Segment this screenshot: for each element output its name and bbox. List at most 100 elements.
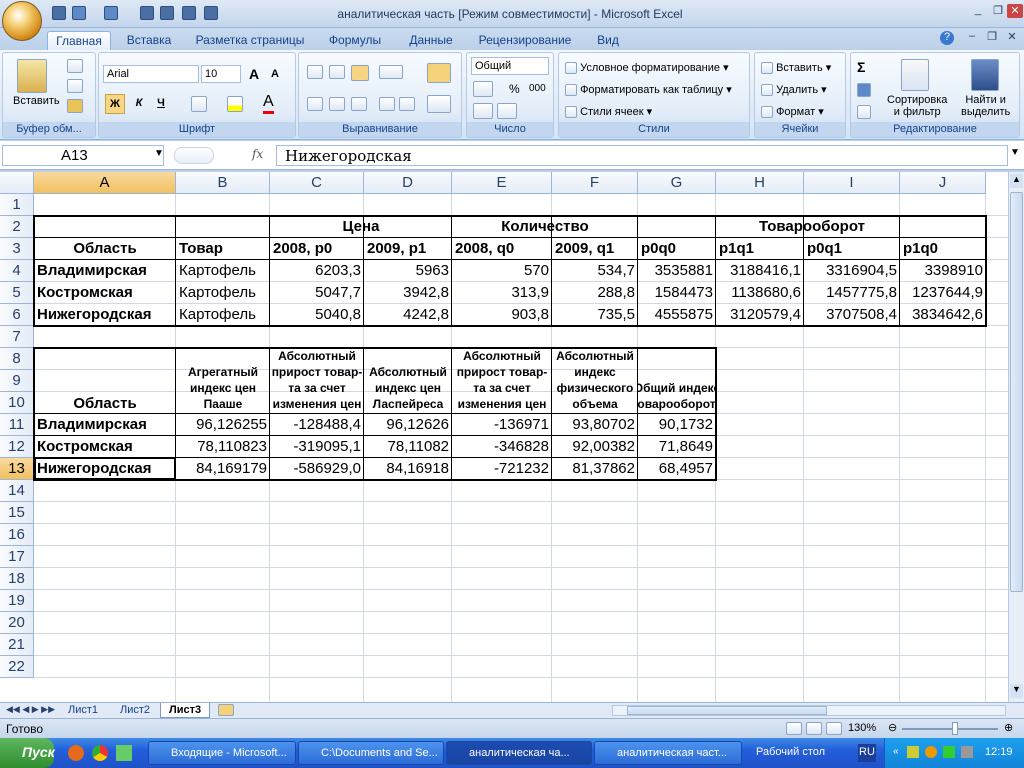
zoom-slider[interactable] <box>902 728 998 730</box>
data-cell[interactable]: 1457775,8 <box>804 282 900 304</box>
data-cell[interactable]: 1237644,9 <box>900 282 986 304</box>
font-name-combo[interactable]: Arial <box>103 65 199 83</box>
index-cell[interactable]: 92,00382 <box>552 436 638 458</box>
italic-button[interactable]: К <box>129 94 149 114</box>
horizontal-scrollbar[interactable] <box>612 705 1006 716</box>
index-header-cell[interactable]: Абсолютный индекс физического объема <box>552 348 638 414</box>
index-cell[interactable]: -319095,1 <box>270 436 364 458</box>
scroll-down-icon[interactable]: ▼ <box>1010 684 1023 698</box>
row-header-15[interactable]: 15 <box>0 502 34 524</box>
wrap-text-icon[interactable] <box>427 63 451 83</box>
index-cell[interactable]: -721232 <box>452 458 552 480</box>
data-cell[interactable]: 5047,7 <box>270 282 364 304</box>
subheader-cell[interactable]: Товар <box>176 238 270 260</box>
index-cell[interactable]: -136971 <box>452 414 552 436</box>
data-cell[interactable]: 4242,8 <box>364 304 452 326</box>
chart-icon[interactable] <box>204 6 218 20</box>
doc-close-button[interactable]: ✕ <box>1004 30 1020 44</box>
formula-input[interactable]: Нижегородская <box>276 145 1008 166</box>
format-as-table-button[interactable]: Форматировать как таблицу ▾ <box>565 83 732 97</box>
spreadsheet-grid[interactable]: ABCDEFGHIJ 1 2 3 4 5 6 7 8 9 10 11 12 13 14 15 16 17 18 19… <box>0 172 1008 702</box>
row-header-16[interactable]: 16 <box>0 524 34 546</box>
orientation-icon[interactable] <box>379 65 403 79</box>
data-cell[interactable]: Картофель <box>176 282 270 304</box>
index-cell[interactable]: 84,169179 <box>176 458 270 480</box>
row-header-1[interactable]: 1 <box>0 194 34 216</box>
hscroll-thumb[interactable] <box>627 706 827 715</box>
subheader-cell[interactable]: p1q1 <box>716 238 804 260</box>
desktop-toolbar[interactable]: Рабочий стол <box>756 746 825 758</box>
index-cell[interactable]: 84,16918 <box>364 458 452 480</box>
bold-button[interactable]: Ж <box>105 94 125 114</box>
clear-icon[interactable] <box>857 105 871 119</box>
merge-cells-icon[interactable] <box>427 95 451 113</box>
region-cell[interactable]: Владимирская <box>34 260 176 282</box>
row-header-22[interactable]: 22 <box>0 656 34 678</box>
data-cell[interactable]: 1584473 <box>638 282 716 304</box>
row-header-9[interactable]: 9 <box>0 370 34 392</box>
row-header-8[interactable]: 8 <box>0 348 34 370</box>
page-layout-view-icon[interactable] <box>806 722 822 735</box>
row-header-2[interactable]: 2 <box>0 216 34 238</box>
tab-insert[interactable]: Вставка <box>118 31 180 50</box>
delete-cells-button[interactable]: Удалить ▾ <box>761 83 827 97</box>
tray-icon-1[interactable] <box>907 746 919 758</box>
name-box[interactable]: A13 <box>2 145 164 166</box>
row-header-17[interactable]: 17 <box>0 546 34 568</box>
fill-icon[interactable] <box>857 83 871 97</box>
copy-icon[interactable] <box>67 79 83 93</box>
align-right-icon[interactable] <box>351 97 367 111</box>
column-header-i[interactable]: I <box>804 172 900 194</box>
tab-data[interactable]: Данные <box>400 31 462 50</box>
data-cell[interactable]: 3942,8 <box>364 282 452 304</box>
index-header-cell[interactable]: Абсолютный индекс цен Ласпейреса <box>364 348 452 414</box>
data-cell[interactable]: 735,5 <box>552 304 638 326</box>
vertical-scrollbar[interactable]: ▲ ▼ <box>1008 172 1024 702</box>
data-cell[interactable]: Картофель <box>176 260 270 282</box>
number-format-combo[interactable]: Общий <box>471 57 549 75</box>
find-select-icon[interactable] <box>971 59 999 91</box>
autosum-icon[interactable]: Σ <box>857 59 865 75</box>
doc-minimize-button[interactable]: – <box>964 30 980 44</box>
tab-formulas[interactable]: Формулы <box>320 31 390 50</box>
index-cell[interactable]: 96,126255 <box>176 414 270 436</box>
index-header-cell[interactable]: Область <box>34 348 176 414</box>
index-cell[interactable]: 78,110823 <box>176 436 270 458</box>
index-cell[interactable]: 93,80702 <box>552 414 638 436</box>
minimize-button[interactable]: _ <box>970 4 986 18</box>
help-icon[interactable]: ? <box>940 31 954 45</box>
row-header-11[interactable]: 11 <box>0 414 34 436</box>
format-cells-button[interactable]: Формат ▾ <box>761 105 824 119</box>
row-header-20[interactable]: 20 <box>0 612 34 634</box>
tray-icon-3[interactable] <box>943 746 955 758</box>
cut-icon[interactable] <box>67 59 83 73</box>
data-cell[interactable]: 5040,8 <box>270 304 364 326</box>
data-cell[interactable]: 3535881 <box>638 260 716 282</box>
region-cell[interactable]: Нижегородская <box>34 304 176 326</box>
subheader-cell[interactable]: Область <box>34 238 176 260</box>
align-top-icon[interactable] <box>307 65 323 79</box>
column-header-j[interactable]: J <box>900 172 986 194</box>
task-explorer[interactable]: C:\Documents and Se... <box>298 741 444 765</box>
sort-filter-button[interactable]: Сортировка и фильтр <box>887 94 947 118</box>
zoom-out-icon[interactable]: ⊖ <box>888 721 897 734</box>
tab-review[interactable]: Рецензирование <box>470 31 580 50</box>
row-header-4[interactable]: 4 <box>0 260 34 282</box>
column-header-a[interactable]: A <box>34 172 176 194</box>
subheader-cell[interactable]: 2009, q1 <box>552 238 638 260</box>
tab-page-layout[interactable]: Разметка страницы <box>190 31 310 50</box>
row-header-7[interactable]: 7 <box>0 326 34 348</box>
data-cell[interactable]: 534,7 <box>552 260 638 282</box>
header-turnover[interactable]: Товарооборот <box>638 216 986 238</box>
index-cell[interactable]: 90,1732 <box>638 414 716 436</box>
align-middle-icon[interactable] <box>329 65 345 79</box>
column-header-h[interactable]: H <box>716 172 804 194</box>
format-painter-icon[interactable] <box>67 99 83 113</box>
subheader-cell[interactable]: p0q1 <box>804 238 900 260</box>
underline-button[interactable]: Ч <box>151 94 171 114</box>
sheet-nav-icons[interactable]: ◀◀ ◀ ▶ ▶▶ <box>6 704 55 715</box>
office-button[interactable] <box>2 1 42 41</box>
scroll-thumb[interactable] <box>1010 192 1023 592</box>
row-header-12[interactable]: 12 <box>0 436 34 458</box>
font-size-combo[interactable]: 10 <box>201 65 241 83</box>
